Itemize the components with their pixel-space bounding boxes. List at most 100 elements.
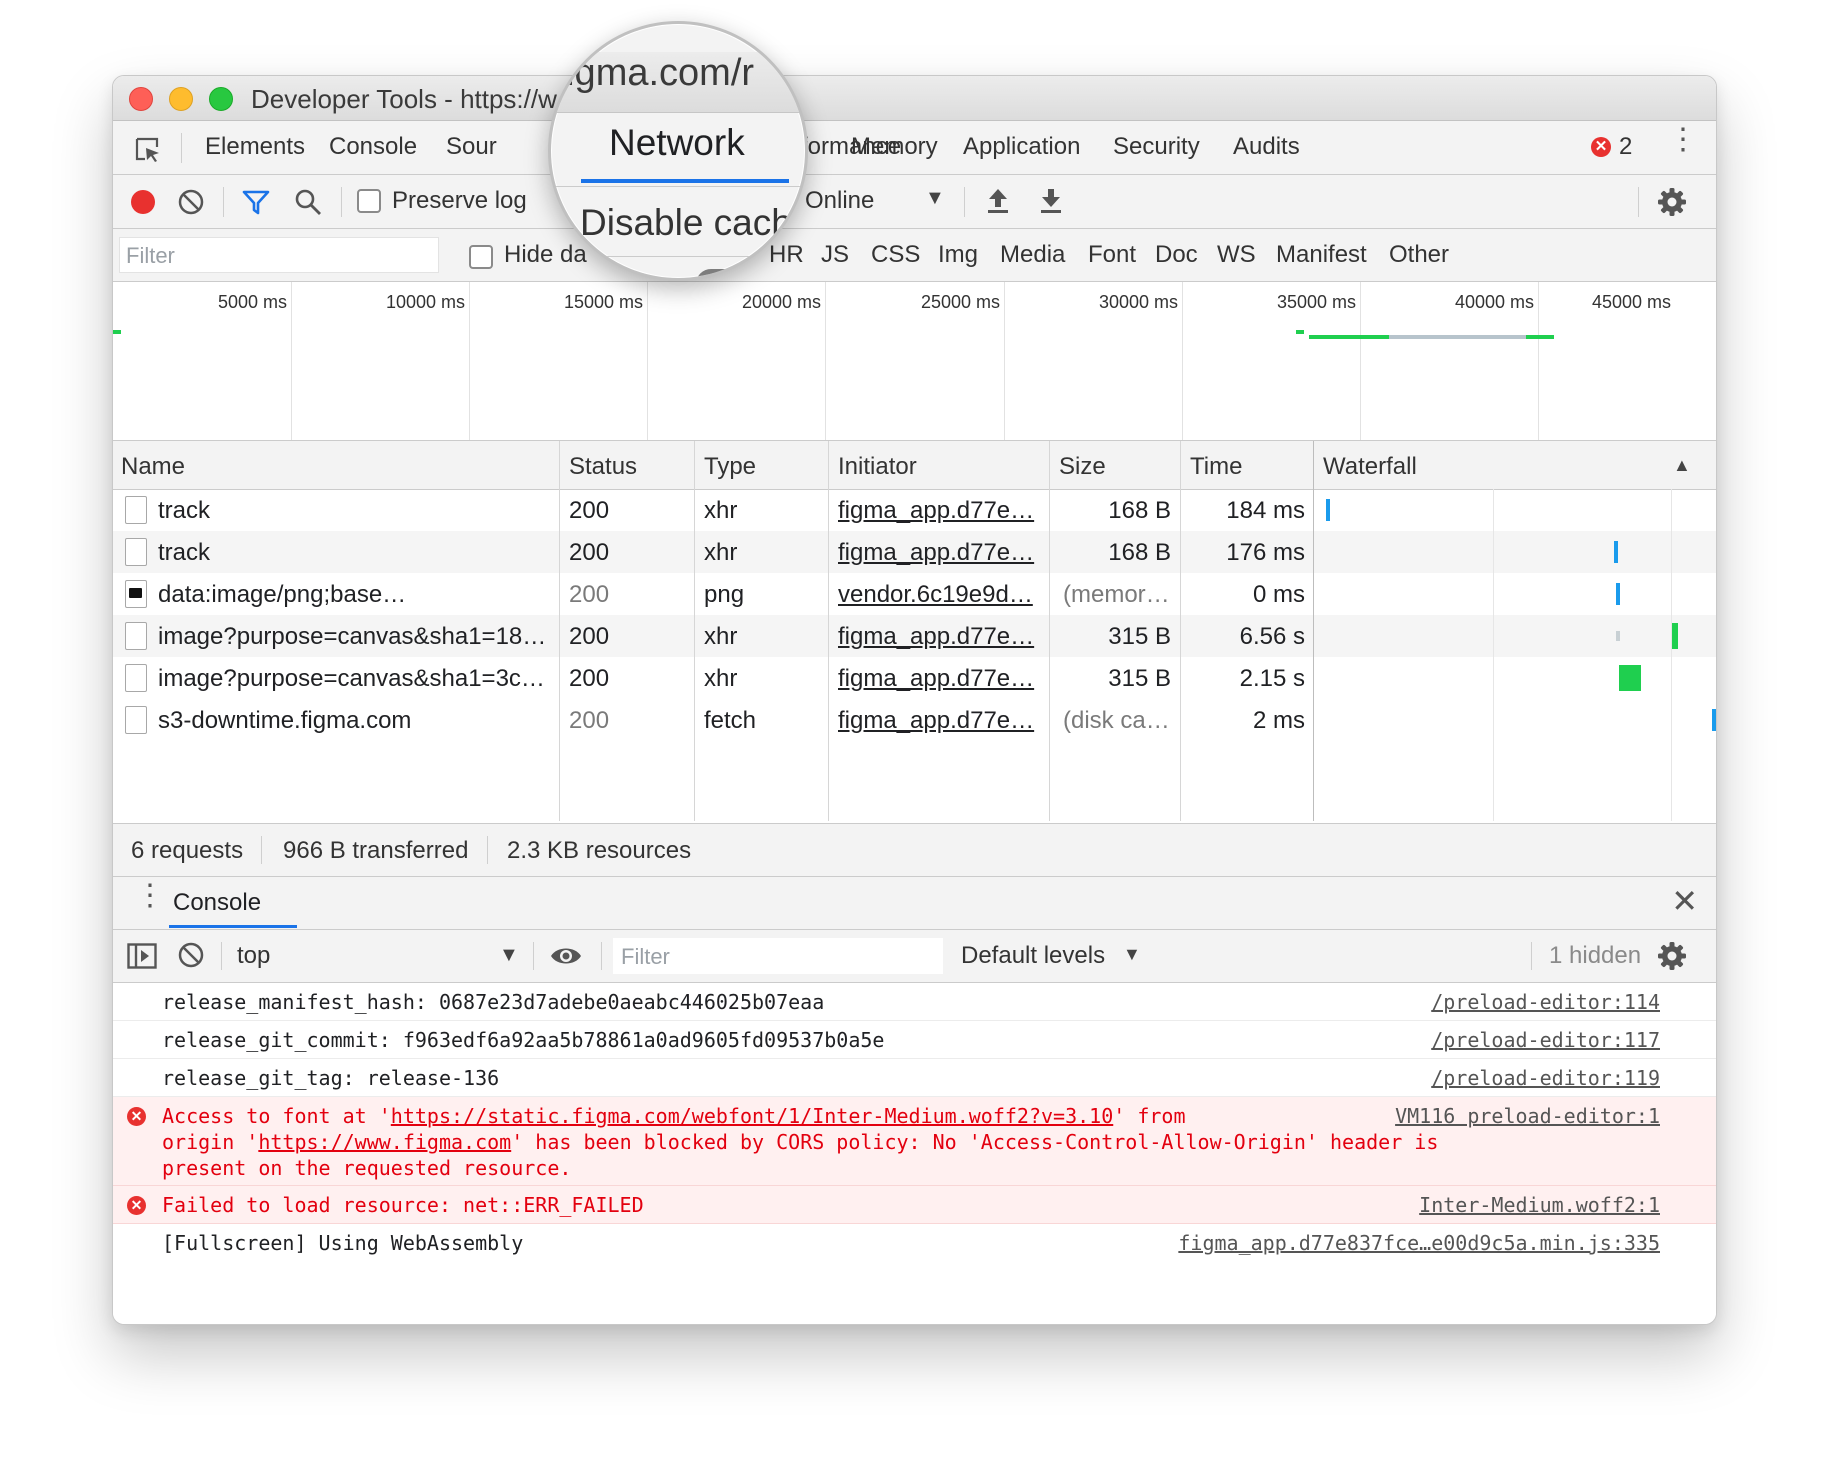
log-levels-dropdown[interactable]: Default levels [961, 942, 1105, 970]
preserve-log-checkbox[interactable] [357, 189, 381, 213]
column-header-time[interactable]: Time [1190, 453, 1242, 481]
filter-type-font[interactable]: Font [1088, 241, 1136, 269]
request-initiator-link[interactable]: vendor.6c19e9d… [838, 581, 1043, 609]
throttling-select[interactable]: Online [805, 187, 874, 215]
request-initiator-link[interactable]: figma_app.d77e… [838, 623, 1043, 651]
filter-type-ws[interactable]: WS [1217, 241, 1256, 269]
table-row[interactable]: data:image/png;base… 200 png vendor.6c19… [113, 573, 1716, 615]
minimize-window-button[interactable] [169, 87, 193, 111]
clear-console-icon[interactable] [177, 941, 205, 969]
filter-type-xhr[interactable]: HR [769, 241, 804, 269]
console-settings-gear-icon[interactable] [1657, 941, 1687, 971]
execution-context-select[interactable]: top [237, 942, 270, 970]
chevron-down-icon[interactable]: ▼ [925, 187, 945, 210]
disable-cache-label[interactable]: Disable cache [580, 202, 805, 244]
settings-gear-icon[interactable] [1657, 187, 1687, 217]
filter-icon[interactable] [241, 187, 271, 217]
table-row[interactable]: image?purpose=canvas&sha1=3c… 200 xhr fi… [113, 657, 1716, 699]
filter-type-media[interactable]: Media [1000, 241, 1065, 269]
toolbar-divider [221, 942, 222, 970]
filter-type-js[interactable]: JS [821, 241, 849, 269]
console-source-link[interactable]: /preload-editor:119 [1431, 1066, 1660, 1090]
console-source-link[interactable]: /preload-editor:114 [1431, 990, 1660, 1014]
tab-application[interactable]: Application [963, 133, 1080, 161]
more-options-icon[interactable]: ⋮ [1668, 125, 1698, 155]
console-message-text: [Fullscreen] Using WebAssembly [162, 1231, 524, 1255]
chevron-down-icon[interactable]: ▼ [499, 944, 519, 967]
waterfall-bar [1616, 583, 1620, 605]
request-type: xhr [704, 497, 738, 524]
column-divider[interactable] [559, 441, 560, 821]
timeline-gridline [1538, 282, 1539, 440]
drawer-tab-console[interactable]: Console [173, 889, 261, 917]
column-header-waterfall[interactable]: Waterfall [1323, 453, 1417, 481]
filter-type-manifest[interactable]: Manifest [1276, 241, 1367, 269]
request-initiator-link[interactable]: figma_app.d77e… [838, 665, 1043, 693]
table-row[interactable]: track 200 xhr figma_app.d77e… 168 B 176 … [113, 531, 1716, 573]
font-url-link[interactable]: https://static.figma.com/webfont/1/Inter… [391, 1104, 1113, 1128]
network-overview-timeline[interactable]: 5000 ms 10000 ms 15000 ms 20000 ms 25000… [113, 282, 1716, 441]
request-name: s3-downtime.figma.com [158, 707, 412, 734]
console-source-link[interactable]: Inter-Medium.woff2:1 [1419, 1193, 1660, 1217]
filter-type-img[interactable]: Img [938, 241, 978, 269]
inspect-element-icon[interactable] [133, 135, 163, 165]
filter-input[interactable]: Filter [119, 237, 439, 273]
sort-ascending-icon[interactable]: ▲ [1673, 455, 1691, 476]
tab-audits[interactable]: Audits [1233, 133, 1300, 161]
tab-memory[interactable]: Memory [851, 133, 938, 161]
column-divider[interactable] [1049, 441, 1050, 821]
record-icon[interactable] [129, 188, 157, 216]
summary-divider [261, 836, 262, 864]
zoom-window-button[interactable] [209, 87, 233, 111]
clear-icon[interactable] [177, 188, 205, 216]
column-header-size[interactable]: Size [1059, 453, 1106, 481]
show-sidebar-icon[interactable] [127, 943, 157, 969]
chevron-down-icon[interactable]: ▼ [1123, 944, 1141, 965]
request-time: 0 ms [1252, 581, 1305, 608]
filter-type-doc[interactable]: Doc [1155, 241, 1198, 269]
tab-security[interactable]: Security [1113, 133, 1200, 161]
tab-network[interactable]: Network [609, 122, 745, 164]
request-type: fetch [704, 707, 757, 734]
close-window-button[interactable] [129, 87, 153, 111]
column-divider[interactable] [1313, 441, 1314, 821]
column-divider[interactable] [828, 441, 829, 821]
import-har-icon[interactable] [985, 187, 1011, 215]
tab-sources[interactable]: Sour [446, 133, 497, 161]
drawer-menu-icon[interactable]: ⋮ [135, 881, 165, 911]
search-icon[interactable] [293, 187, 323, 217]
error-counter[interactable]: ✕ 2 [1591, 133, 1632, 161]
tab-elements[interactable]: Elements [205, 133, 305, 161]
file-icon [125, 706, 147, 734]
column-divider[interactable] [694, 441, 695, 821]
filter-type-other[interactable]: Other [1389, 241, 1449, 269]
request-initiator-link[interactable]: figma_app.d77e… [838, 497, 1043, 525]
live-expression-eye-icon[interactable] [549, 944, 583, 968]
timeline-request-bar [1309, 335, 1389, 339]
table-row[interactable]: track 200 xhr figma_app.d77e… 168 B 184 … [113, 489, 1716, 531]
filter-type-css[interactable]: CSS [871, 241, 920, 269]
hide-data-urls-checkbox[interactable] [469, 245, 493, 269]
column-header-name[interactable]: Name [121, 453, 185, 481]
table-row[interactable]: image?purpose=canvas&sha1=18… 200 xhr fi… [113, 615, 1716, 657]
console-source-link[interactable]: /preload-editor:117 [1431, 1028, 1660, 1052]
column-header-status[interactable]: Status [569, 453, 637, 481]
request-initiator-link[interactable]: figma_app.d77e… [838, 539, 1043, 567]
table-row[interactable]: s3-downtime.figma.com 200 fetch figma_ap… [113, 699, 1716, 741]
request-initiator-link[interactable]: figma_app.d77e… [838, 707, 1043, 735]
waterfall-gridline [1493, 489, 1494, 821]
column-header-initiator[interactable]: Initiator [838, 453, 917, 481]
console-source-link[interactable]: figma_app.d77e837fce…e00d9c5a.min.js:335 [1178, 1231, 1660, 1255]
close-drawer-icon[interactable]: ✕ [1671, 885, 1698, 917]
console-message: release_manifest_hash: 0687e23d7adebe0ae… [113, 983, 1716, 1021]
export-har-icon[interactable] [1038, 187, 1064, 215]
tab-console[interactable]: Console [329, 133, 417, 161]
column-header-type[interactable]: Type [704, 453, 756, 481]
origin-url-link[interactable]: https://www.figma.com [258, 1130, 511, 1154]
column-divider[interactable] [1180, 441, 1181, 821]
timeline-gridline [825, 282, 826, 440]
console-source-link[interactable]: VM116 preload-editor:1 [1395, 1104, 1660, 1128]
console-message-text: Failed to load resource: net::ERR_FAILED [162, 1193, 644, 1217]
timeline-tick-label: 35000 ms [1276, 292, 1356, 312]
console-filter-input[interactable]: Filter [613, 938, 943, 974]
